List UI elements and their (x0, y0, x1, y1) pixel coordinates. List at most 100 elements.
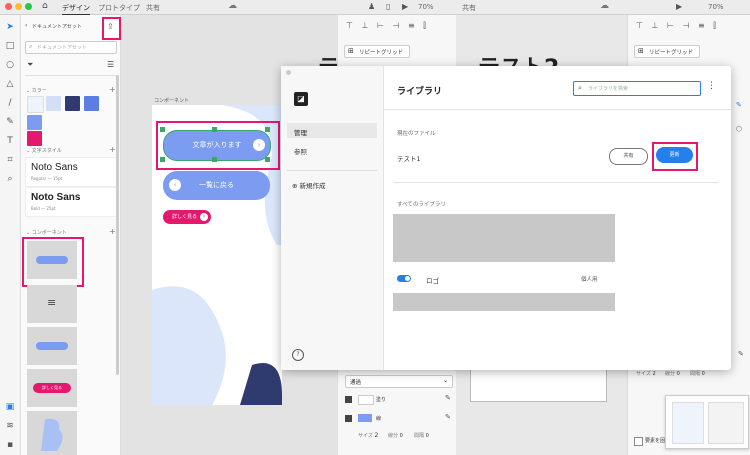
fill-checkbox[interactable] (345, 396, 352, 403)
component-thumb[interactable] (27, 241, 77, 279)
main-button[interactable]: 文章が入ります › (163, 130, 271, 161)
more-button[interactable]: 詳しく見る › (163, 210, 211, 224)
play-icon[interactable]: ▶ (402, 2, 408, 11)
artboard-tool-icon[interactable]: ⌗ (4, 154, 16, 166)
plugins-panel-icon[interactable]: ▪ (4, 439, 16, 451)
color-swatch[interactable] (46, 96, 61, 111)
artboard-label[interactable]: コンポーネント (154, 97, 189, 104)
nav-item-manage[interactable]: 管理 (287, 123, 377, 138)
gap-field[interactable]: 間隔 0 (414, 432, 429, 439)
color-swatch[interactable] (27, 96, 44, 113)
align-icons-right[interactable]: ⊤ ⊥ ⊢ ⊣ ≡ ⫿ (636, 21, 719, 31)
assets-panel-icon[interactable]: ▣ (4, 401, 16, 413)
gap-field-right[interactable]: 間隔 0 (690, 370, 705, 377)
filter-icon[interactable]: ⏷ (27, 60, 33, 70)
eyedropper-icon[interactable]: ✎ (445, 394, 451, 402)
cube-icon[interactable]: ⬡ (736, 125, 742, 133)
dash-field[interactable]: 線分 0 (388, 432, 403, 439)
add-component-icon[interactable]: + (109, 227, 116, 236)
minimize-window-button[interactable] (15, 3, 22, 10)
zoom-tool-icon[interactable]: ⌕ (4, 173, 16, 185)
update-library-button[interactable]: 更新 (656, 147, 693, 163)
assets-scrollbar[interactable] (116, 75, 119, 375)
back-chevron-icon[interactable]: ‹ (25, 22, 27, 29)
text-style-item[interactable]: Noto Sans Bold — 25pt (25, 187, 119, 217)
library-thumbnail[interactable] (393, 293, 615, 311)
library-toggle[interactable] (397, 275, 411, 282)
text-style-meta: Regular — 15pt (31, 176, 63, 181)
component-thumb[interactable] (27, 411, 77, 455)
color-swatch[interactable] (84, 96, 99, 111)
color-swatch[interactable] (27, 115, 42, 130)
play-right-icon[interactable]: ▶ (676, 2, 682, 11)
eyedropper-icon[interactable]: ✎ (738, 350, 744, 358)
selection-handle[interactable] (212, 127, 217, 132)
back-to-list-button[interactable]: ‹ 一覧に戻る (163, 171, 270, 200)
colors-header[interactable]: ⌄ カラー (26, 87, 47, 94)
help-icon[interactable]: ? (292, 349, 304, 361)
dialog-close-dot[interactable] (286, 70, 291, 75)
upload-icon: ⇪ (107, 22, 114, 31)
library-thumbnail[interactable] (393, 214, 615, 262)
share-label[interactable]: 共有 (462, 3, 476, 13)
library-search-input[interactable]: ⌕ ライブラリを検索 (573, 81, 701, 96)
phone-icon[interactable]: ▯ (386, 2, 390, 11)
component-thumb[interactable]: ≡ (27, 285, 77, 323)
border-color-swatch[interactable] (358, 414, 372, 422)
zoom-level-right[interactable]: 70% (708, 3, 724, 11)
rectangle-tool-icon[interactable]: □ (4, 40, 16, 52)
dash-field-right[interactable]: 線分 0 (665, 370, 680, 377)
tab-share[interactable]: 共有 (146, 3, 160, 13)
create-new-button[interactable]: ⊕ 新規作成 (292, 180, 326, 190)
border-checkbox[interactable] (345, 415, 352, 422)
close-window-button[interactable] (5, 3, 12, 10)
add-color-icon[interactable]: + (109, 85, 116, 94)
asset-search-input[interactable]: ⌕ ドキュメントアセット (25, 41, 117, 54)
selection-handle[interactable] (265, 157, 270, 162)
fill-color-swatch[interactable] (358, 395, 374, 405)
add-char-style-icon[interactable]: + (109, 145, 116, 154)
text-style-item[interactable]: Noto Sans Regular — 15pt (25, 157, 119, 187)
eyedropper-icon[interactable]: ✎ (445, 413, 451, 421)
edit-icon[interactable]: ✎ (736, 101, 742, 109)
ellipse-tool-icon[interactable]: ○ (4, 59, 16, 71)
more-options-icon[interactable]: ⋮ (707, 81, 716, 91)
selection-handle[interactable] (160, 157, 165, 162)
components-header[interactable]: ⌄ コンポーネント (26, 229, 67, 236)
repeat-grid-button[interactable]: ⊞ リピートグリッド (344, 45, 410, 58)
component-thumb[interactable]: 詳しく見る (27, 369, 77, 407)
home-icon[interactable]: ⌂ (42, 1, 48, 11)
text-tool-icon[interactable]: T (4, 135, 16, 147)
selection-handle[interactable] (265, 127, 270, 132)
repeat-grid-button-right[interactable]: ⊞ リピートグリッド (634, 45, 700, 58)
tab-design[interactable]: デザイン (62, 3, 90, 15)
fix-scroll-checkbox[interactable] (634, 437, 643, 446)
publish-library-button[interactable]: ⇪ (102, 17, 121, 40)
maximize-window-button[interactable] (25, 3, 32, 10)
size-label: サイズ (358, 433, 373, 439)
selection-handle[interactable] (160, 127, 165, 132)
user-icon[interactable]: ♟ (368, 2, 375, 11)
zoom-level[interactable]: 70% (418, 3, 434, 11)
blend-mode-select[interactable]: 通過 ⌄ (345, 375, 453, 388)
line-tool-icon[interactable]: / (4, 97, 16, 109)
polygon-tool-icon[interactable]: △ (4, 78, 16, 90)
cloud-right-icon[interactable]: ☁ (600, 1, 609, 11)
layers-panel-icon[interactable]: ≋ (4, 420, 16, 432)
list-view-icon[interactable]: ☰ (107, 60, 114, 69)
share-library-button[interactable]: 共有 (609, 148, 648, 165)
minimap[interactable] (665, 395, 749, 449)
size-field[interactable]: サイズ 2 (358, 432, 378, 439)
pen-tool-icon[interactable]: ✎ (4, 116, 16, 128)
color-swatch[interactable] (65, 96, 80, 111)
selection-handle[interactable] (212, 157, 217, 162)
select-tool-icon[interactable]: ➤ (4, 21, 16, 33)
color-swatch[interactable] (27, 131, 42, 146)
char-styles-header[interactable]: ⌄ 文字スタイル (26, 147, 62, 154)
size-field-right[interactable]: サイズ 2 (636, 370, 656, 377)
component-thumb[interactable] (27, 327, 77, 365)
nav-item-browse[interactable]: 参照 (294, 146, 307, 156)
align-icons[interactable]: ⊤ ⊥ ⊢ ⊣ ≡ ⫿ (346, 21, 429, 31)
cloud-icon[interactable]: ☁ (228, 1, 237, 11)
tab-prototype[interactable]: プロトタイプ (98, 3, 140, 13)
